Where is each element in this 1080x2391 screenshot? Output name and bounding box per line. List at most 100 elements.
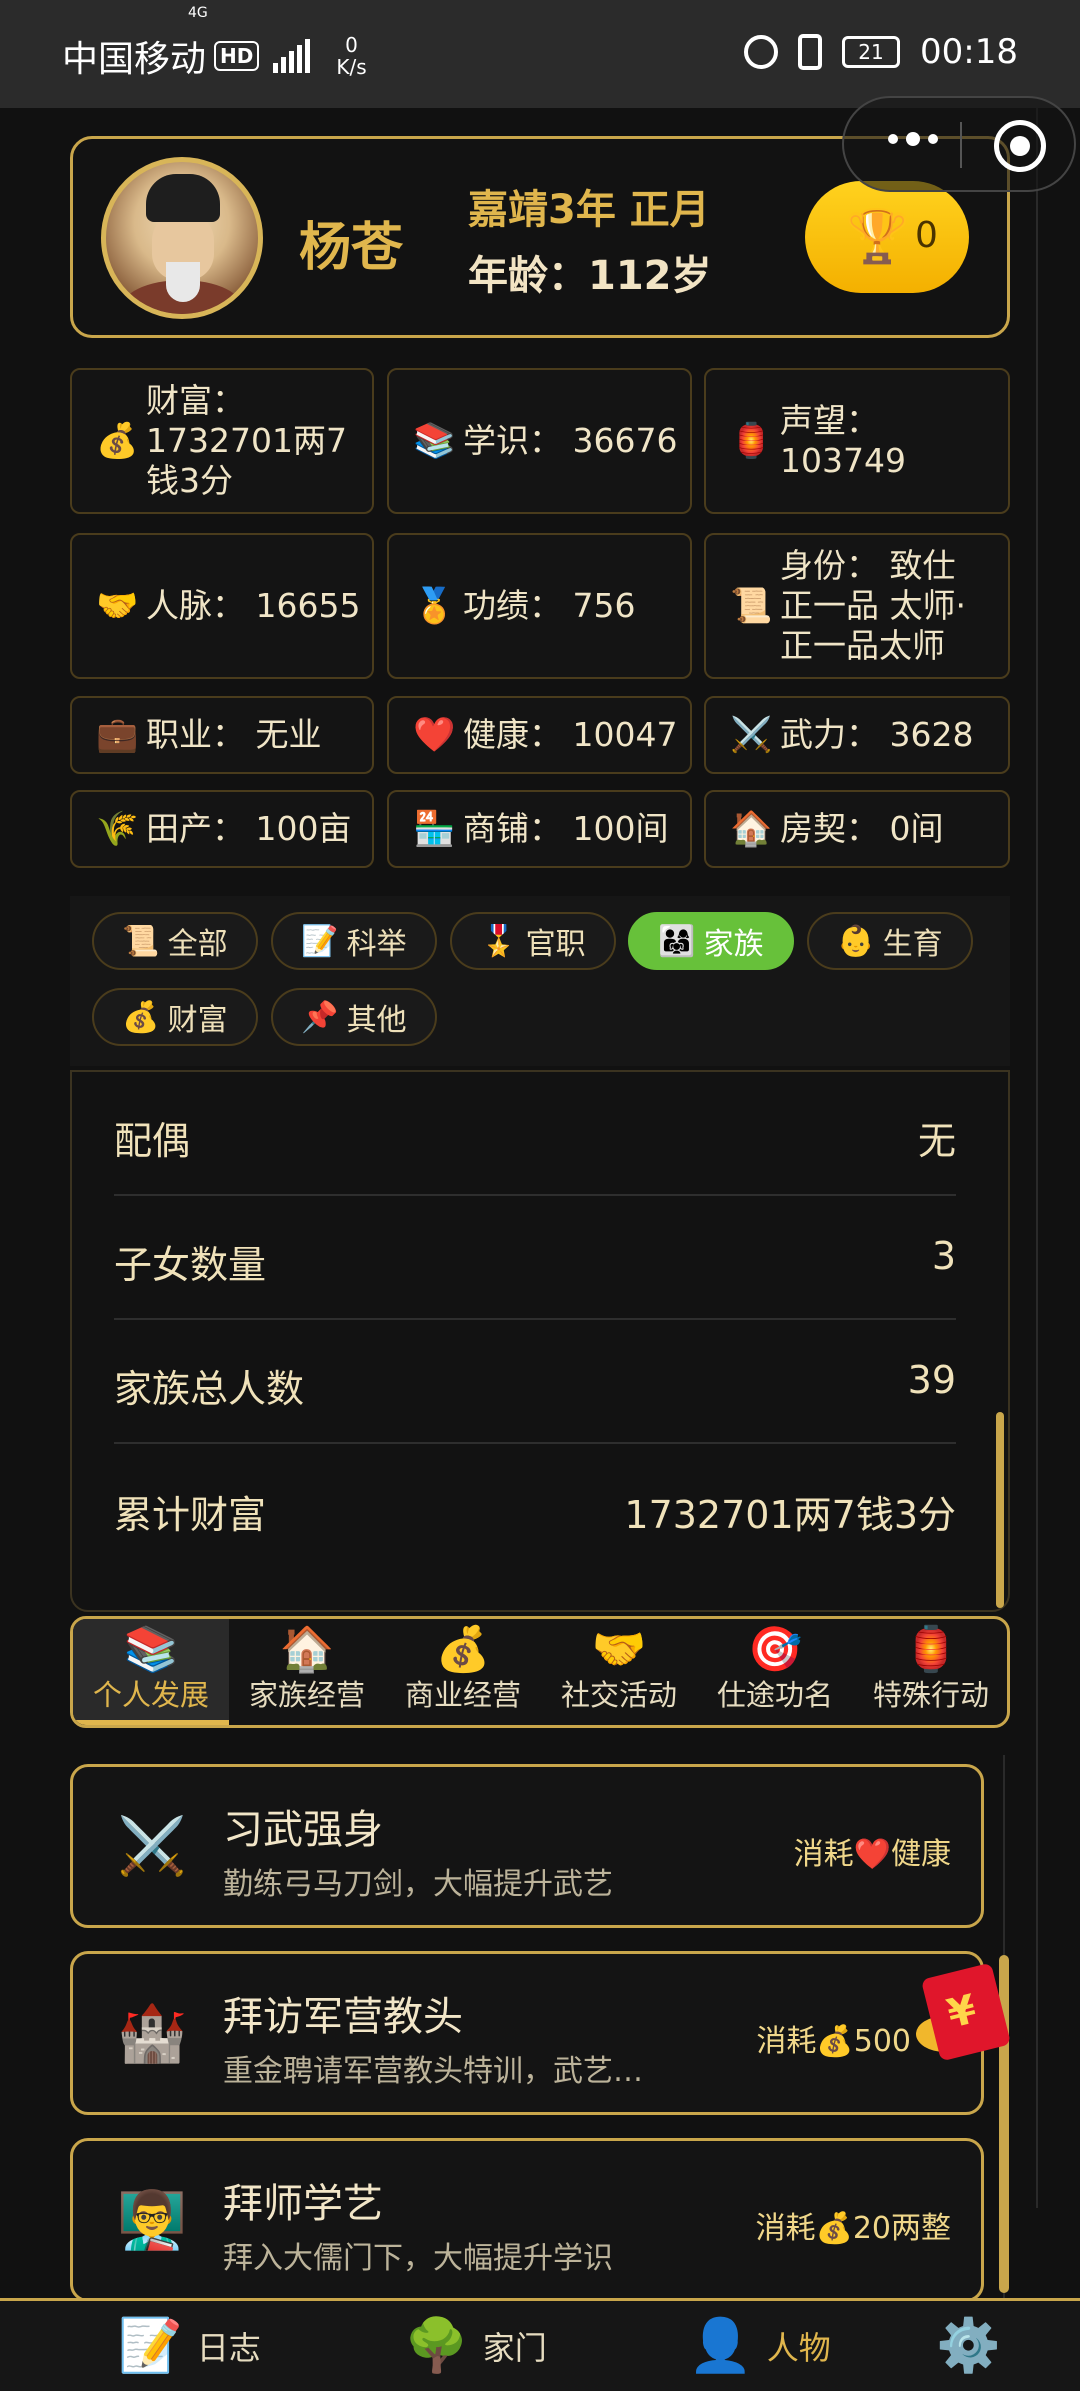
filter-label: 生育 bbox=[882, 927, 943, 962]
tab-label: 仕途功名 bbox=[716, 1678, 833, 1712]
stat-text: 武力： 3628 bbox=[780, 715, 974, 754]
crossed-swords-icon: ⚔️ bbox=[117, 1814, 187, 1879]
scroll-icon: 📜 bbox=[122, 923, 160, 959]
filter-wealth[interactable]: 💰 财富 bbox=[92, 988, 258, 1046]
battery-icon: 21 bbox=[842, 36, 901, 68]
crossed-swords-icon: ⚔️ bbox=[730, 715, 773, 755]
filter-exam[interactable]: 📝 科举 bbox=[271, 912, 437, 970]
avatar[interactable] bbox=[101, 157, 263, 319]
stat-profession: 💼 职业： 无业 bbox=[70, 696, 374, 774]
gear-icon: ⚙️ bbox=[936, 2316, 1001, 2376]
network-speed: 0 K/s bbox=[336, 34, 366, 78]
row-value: 无 bbox=[917, 1119, 956, 1163]
lantern-icon: 🏮 bbox=[903, 1624, 959, 1675]
filter-other[interactable]: 📌 其他 bbox=[271, 988, 437, 1046]
alarm-icon bbox=[744, 35, 779, 69]
tab-personal[interactable]: 📚 个人发展 bbox=[73, 1619, 229, 1725]
stat-martial: ⚔️ 武力： 3628 bbox=[704, 696, 1010, 774]
status-right: 21 00:18 bbox=[744, 32, 1018, 72]
filter-childbirth[interactable]: 👶 生育 bbox=[807, 912, 973, 970]
family-row-wealth: 累计财富 1732701两7钱3分 bbox=[114, 1446, 956, 1570]
nav-household[interactable]: 🌳 家门 bbox=[404, 2309, 547, 2383]
tab-career[interactable]: 🎯 仕途功名 bbox=[697, 1619, 853, 1725]
clock: 00:18 bbox=[920, 32, 1018, 72]
tab-label: 个人发展 bbox=[92, 1678, 209, 1712]
action-cost: 消耗💰20两整 bbox=[755, 2211, 951, 2246]
trophy-count: 0 bbox=[915, 215, 938, 256]
row-label: 配偶 bbox=[114, 1119, 191, 1163]
trophy-button[interactable]: 🏆 0 bbox=[805, 181, 969, 293]
close-target-icon[interactable] bbox=[994, 120, 1046, 172]
stat-text: 身份： 致仕 正一品 太师· 正一品太师 bbox=[780, 546, 966, 665]
filter-family[interactable]: 👨‍👩‍👧 家族 bbox=[628, 912, 794, 970]
family-scrollbar[interactable] bbox=[996, 1412, 1004, 1608]
stat-knowledge: 📚 学识： 36676 bbox=[387, 368, 692, 514]
house-icon: 🏠 bbox=[730, 809, 773, 849]
nav-settings[interactable]: ⚙️ bbox=[936, 2309, 1001, 2383]
family-row-members: 家族总人数 39 bbox=[114, 1320, 956, 1444]
stat-text: 财富： 1732701两7钱3分 bbox=[146, 381, 347, 500]
filter-all[interactable]: 📜 全部 bbox=[92, 912, 258, 970]
stat-wealth: 💰 财富： 1732701两7钱3分 bbox=[70, 368, 374, 514]
handshake-icon: 🤝 bbox=[591, 1624, 647, 1675]
tab-family[interactable]: 🏠 家族经营 bbox=[229, 1619, 385, 1725]
castle-icon: 🏰 bbox=[117, 2001, 187, 2066]
nav-journal[interactable]: 📝 日志 bbox=[118, 2309, 261, 2383]
tab-social[interactable]: 🤝 社交活动 bbox=[541, 1619, 697, 1725]
nav-label: 家门 bbox=[482, 2329, 547, 2367]
stat-text: 房契： 0间 bbox=[780, 809, 944, 848]
action-title: 拜访军营教头 bbox=[223, 1994, 463, 2040]
stat-health: ❤️ 健康： 10047 bbox=[387, 696, 692, 774]
action-desc: 重金聘请军营教头特训，武艺… bbox=[223, 2054, 643, 2089]
baby-icon: 👶 bbox=[837, 923, 875, 959]
speed-unit: K/s bbox=[336, 55, 367, 79]
tab-business[interactable]: 💰 商业经营 bbox=[385, 1619, 541, 1725]
filter-label: 官职 bbox=[525, 927, 586, 962]
stat-farmland: 🌾 田产： 100亩 bbox=[70, 790, 374, 868]
row-label: 子女数量 bbox=[114, 1243, 267, 1287]
filter-label: 家族 bbox=[703, 927, 764, 962]
person-icon: 👤 bbox=[688, 2316, 753, 2376]
action-cost: 消耗❤️健康 bbox=[793, 1837, 951, 1872]
military-medal-icon: 🎖️ bbox=[480, 923, 518, 959]
tree-icon: 🌳 bbox=[404, 2316, 469, 2376]
pushpin-icon: 📌 bbox=[301, 999, 339, 1035]
money-bag-icon: 💰 bbox=[122, 999, 160, 1035]
action-card-martial-training[interactable]: ⚔️ 习武强身 勤练弓马刀剑，大幅提升武艺 消耗❤️健康 bbox=[70, 1764, 984, 1928]
stat-text: 声望： 103749 bbox=[780, 401, 906, 480]
stat-text: 田产： 100亩 bbox=[146, 809, 352, 848]
teacher-icon: 👨‍🏫 bbox=[117, 2188, 187, 2253]
miniprogram-capsule bbox=[842, 96, 1076, 192]
family-info-panel[interactable]: 配偶 无 子女数量 3 家族总人数 39 累计财富 1732701两7钱3分 bbox=[70, 1070, 1010, 1612]
tab-special[interactable]: 🏮 特殊行动 bbox=[853, 1619, 1007, 1725]
books-icon: 📚 bbox=[123, 1624, 179, 1675]
carrier-name: 中国移动 bbox=[62, 39, 207, 80]
yuan-symbol: ¥ bbox=[942, 1986, 981, 2038]
hd-badge: HD bbox=[214, 41, 260, 71]
nav-label: 日志 bbox=[196, 2329, 261, 2367]
nav-character[interactable]: 👤 人物 bbox=[688, 2309, 831, 2383]
books-icon: 📚 bbox=[413, 421, 456, 461]
nav-label: 人物 bbox=[766, 2329, 831, 2367]
row-label: 家族总人数 bbox=[114, 1367, 305, 1411]
briefcase-icon: 💼 bbox=[96, 715, 139, 755]
scroll-icon: 📜 bbox=[730, 586, 773, 626]
filter-office[interactable]: 🎖️ 官职 bbox=[450, 912, 616, 970]
stat-connections: 🤝 人脉： 16655 bbox=[70, 533, 374, 679]
stat-shops: 🏪 商铺： 100间 bbox=[387, 790, 692, 868]
vibrate-icon bbox=[798, 34, 823, 70]
speed-value: 0 bbox=[345, 33, 358, 57]
filter-label: 财富 bbox=[167, 1003, 228, 1038]
action-card-apprentice[interactable]: 👨‍🏫 拜师学艺 拜入大儒门下，大幅提升学识 消耗💰20两整 bbox=[70, 2138, 984, 2302]
action-card-visit-instructor[interactable]: 🏰 拜访军营教头 重金聘请军营教头特训，武艺… 消耗💰500 bbox=[70, 1951, 984, 2115]
row-label: 累计财富 bbox=[114, 1493, 267, 1537]
status-left: 中国移动 HD 0 K/s bbox=[62, 30, 367, 82]
filter-label: 其他 bbox=[346, 1003, 407, 1038]
family-row-spouse: 配偶 无 bbox=[114, 1072, 956, 1196]
memo-icon: 📝 bbox=[301, 923, 339, 959]
tab-label: 社交活动 bbox=[560, 1678, 677, 1712]
money-bag-icon: 💰 bbox=[435, 1624, 491, 1675]
filter-label: 全部 bbox=[167, 927, 228, 962]
stat-text: 功绩： 756 bbox=[463, 586, 636, 625]
more-icon[interactable] bbox=[888, 132, 938, 146]
